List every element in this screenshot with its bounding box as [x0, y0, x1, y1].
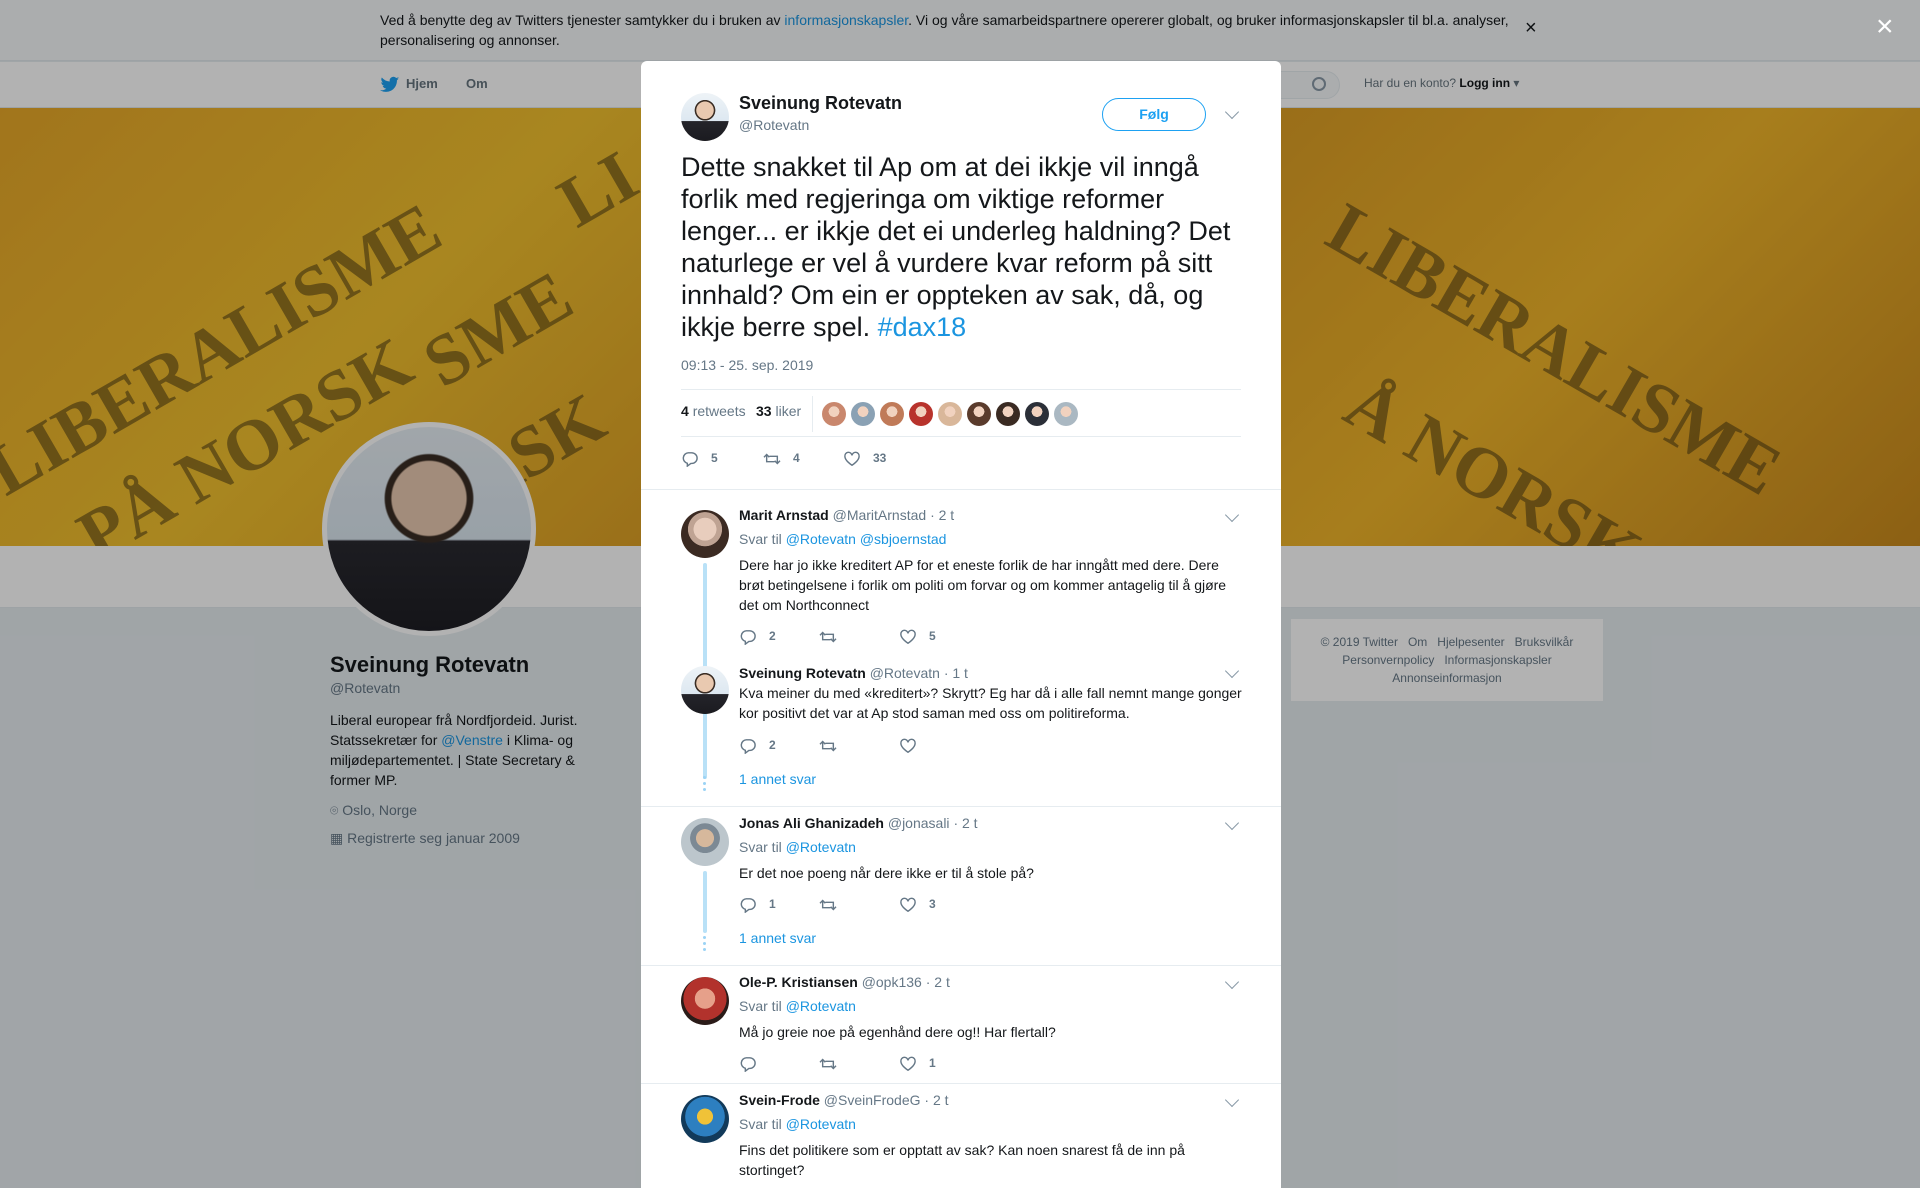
tweet-modal: Sveinung Rotevatn @Rotevatn Følg Dette s… [641, 61, 1281, 1188]
tweet-text: Dette snakket til Ap om at dei ikkje vil… [681, 152, 1231, 342]
reply-to: Svar til @Rotevatn [739, 1116, 856, 1132]
reply-avatar[interactable] [681, 1095, 729, 1143]
chevron-down-icon[interactable] [1224, 104, 1240, 120]
reply-to: Svar til @Rotevatn [739, 998, 856, 1014]
liker-avatar[interactable] [909, 402, 933, 426]
chevron-down-icon[interactable] [1224, 507, 1240, 523]
liker-avatar[interactable] [938, 402, 962, 426]
hashtag-link[interactable]: #dax18 [878, 312, 967, 342]
reply-avatar[interactable] [681, 666, 729, 714]
heart-icon [900, 897, 916, 913]
reply-header: Marit Arnstad @MaritArnstad · 2 t [739, 507, 955, 523]
reply-avatar[interactable] [681, 977, 729, 1025]
thread-line [703, 871, 707, 933]
reply-header: Ole-P. Kristiansen @opk136 · 2 t [739, 974, 950, 990]
separator [641, 806, 1281, 807]
liker-avatar[interactable] [996, 402, 1020, 426]
retweet-icon [819, 899, 837, 911]
chevron-down-icon[interactable] [1224, 815, 1240, 831]
separator [641, 965, 1281, 966]
author-avatar[interactable] [681, 93, 729, 141]
thread-continuation-dots [703, 936, 707, 954]
reply-to: Svar til @Rotevatn [739, 839, 856, 855]
chevron-down-icon[interactable] [1224, 974, 1240, 990]
heart-icon [844, 451, 860, 467]
retweet-icon [819, 740, 837, 752]
reply-icon [740, 1057, 756, 1072]
liker-avatar[interactable] [822, 402, 846, 426]
retweet-icon [763, 453, 781, 465]
author-handle[interactable]: @Rotevatn [739, 117, 809, 133]
heart-icon [900, 738, 916, 754]
more-replies-link[interactable]: 1 annet svar [739, 771, 816, 787]
likes-stat[interactable]: 33 liker [756, 403, 801, 419]
retweets-stat[interactable]: 4 retweets [681, 403, 746, 419]
reply-text: Er det noe poeng når dere ikke er til å … [739, 865, 1034, 881]
reply-text: Fins det politikere som er opptatt av sa… [739, 1142, 1185, 1178]
separator [641, 489, 1281, 490]
liker-avatar[interactable] [851, 402, 875, 426]
reply-header: Jonas Ali Ghanizadeh @jonasali · 2 t [739, 815, 978, 831]
reply-avatar[interactable] [681, 818, 729, 866]
stats-divider [812, 396, 813, 432]
retweet-icon [819, 1058, 837, 1070]
reply-icon [682, 452, 698, 467]
reply-text: Må jo greie noe på egenhånd dere og!! Ha… [739, 1024, 1056, 1040]
reply-text: Kva meiner du med «kreditert»? Skrytt? E… [739, 685, 1242, 721]
thread-continuation-dots [703, 776, 707, 794]
liker-avatar[interactable] [1025, 402, 1049, 426]
tweet-timestamp[interactable]: 09:13 - 25. sep. 2019 [681, 357, 813, 373]
author-name[interactable]: Sveinung Rotevatn [739, 93, 902, 114]
liker-avatars [822, 402, 1083, 426]
reply-avatar[interactable] [681, 510, 729, 558]
thread-line [703, 719, 707, 779]
close-modal-button[interactable]: × [1876, 12, 1894, 42]
reply-header: Sveinung Rotevatn @Rotevatn · 1 t [739, 665, 968, 681]
follow-button[interactable]: Følg [1102, 98, 1206, 131]
reply-icon [740, 898, 756, 913]
heart-icon [900, 629, 916, 645]
reply-text: Dere har jo ikke kreditert AP for et ene… [739, 557, 1227, 613]
retweet-icon [819, 631, 837, 643]
liker-avatar[interactable] [967, 402, 991, 426]
tweet-stats: 4 retweets 33 liker [681, 389, 1241, 437]
heart-icon [900, 1056, 916, 1072]
reply-to: Svar til @Rotevatn @sbjoernstad [739, 531, 947, 547]
liker-avatar[interactable] [880, 402, 904, 426]
reply-icon [740, 630, 756, 645]
chevron-down-icon[interactable] [1224, 663, 1240, 679]
chevron-down-icon[interactable] [1224, 1092, 1240, 1108]
more-replies-link[interactable]: 1 annet svar [739, 930, 816, 946]
reply-icon [740, 739, 756, 754]
liker-avatar[interactable] [1054, 402, 1078, 426]
separator [641, 1083, 1281, 1084]
reply-header: Svein-Frode @SveinFrodeG · 2 t [739, 1092, 949, 1108]
